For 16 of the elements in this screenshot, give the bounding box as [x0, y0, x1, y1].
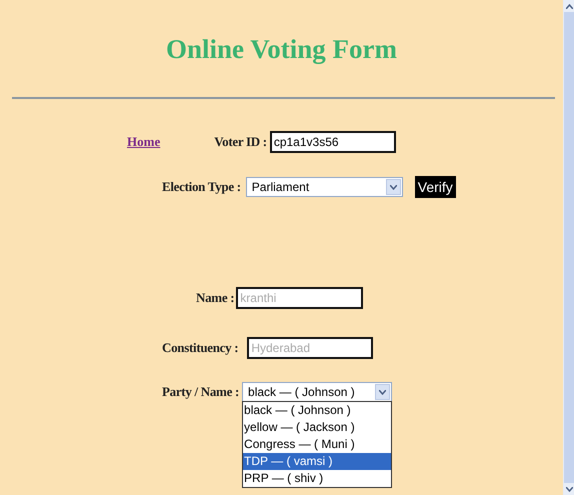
party-select[interactable]: black — ( Johnson ): [242, 382, 392, 402]
party-option[interactable]: TDP — ( vamsi ): [243, 453, 392, 470]
party-label: Party / Name :: [162, 384, 240, 400]
constituency-label: Constituency :: [162, 340, 238, 356]
verify-button[interactable]: Verify: [414, 176, 456, 198]
scroll-up-icon[interactable]: [564, 0, 574, 12]
voter-id-field[interactable]: cp1a1v3s56: [270, 131, 396, 153]
election-type-select[interactable]: Parliament: [246, 177, 403, 197]
name-field[interactable]: kranthi: [236, 287, 364, 309]
home-link[interactable]: Home: [127, 134, 160, 150]
scrollbar[interactable]: [563, 0, 574, 495]
voter-id-label: Voter ID :: [214, 134, 267, 150]
election-type-label: Election Type :: [162, 179, 241, 195]
scroll-down-icon[interactable]: [564, 483, 574, 495]
constituency-field[interactable]: Hyderabad: [247, 337, 374, 359]
name-label: Name :: [196, 290, 234, 306]
